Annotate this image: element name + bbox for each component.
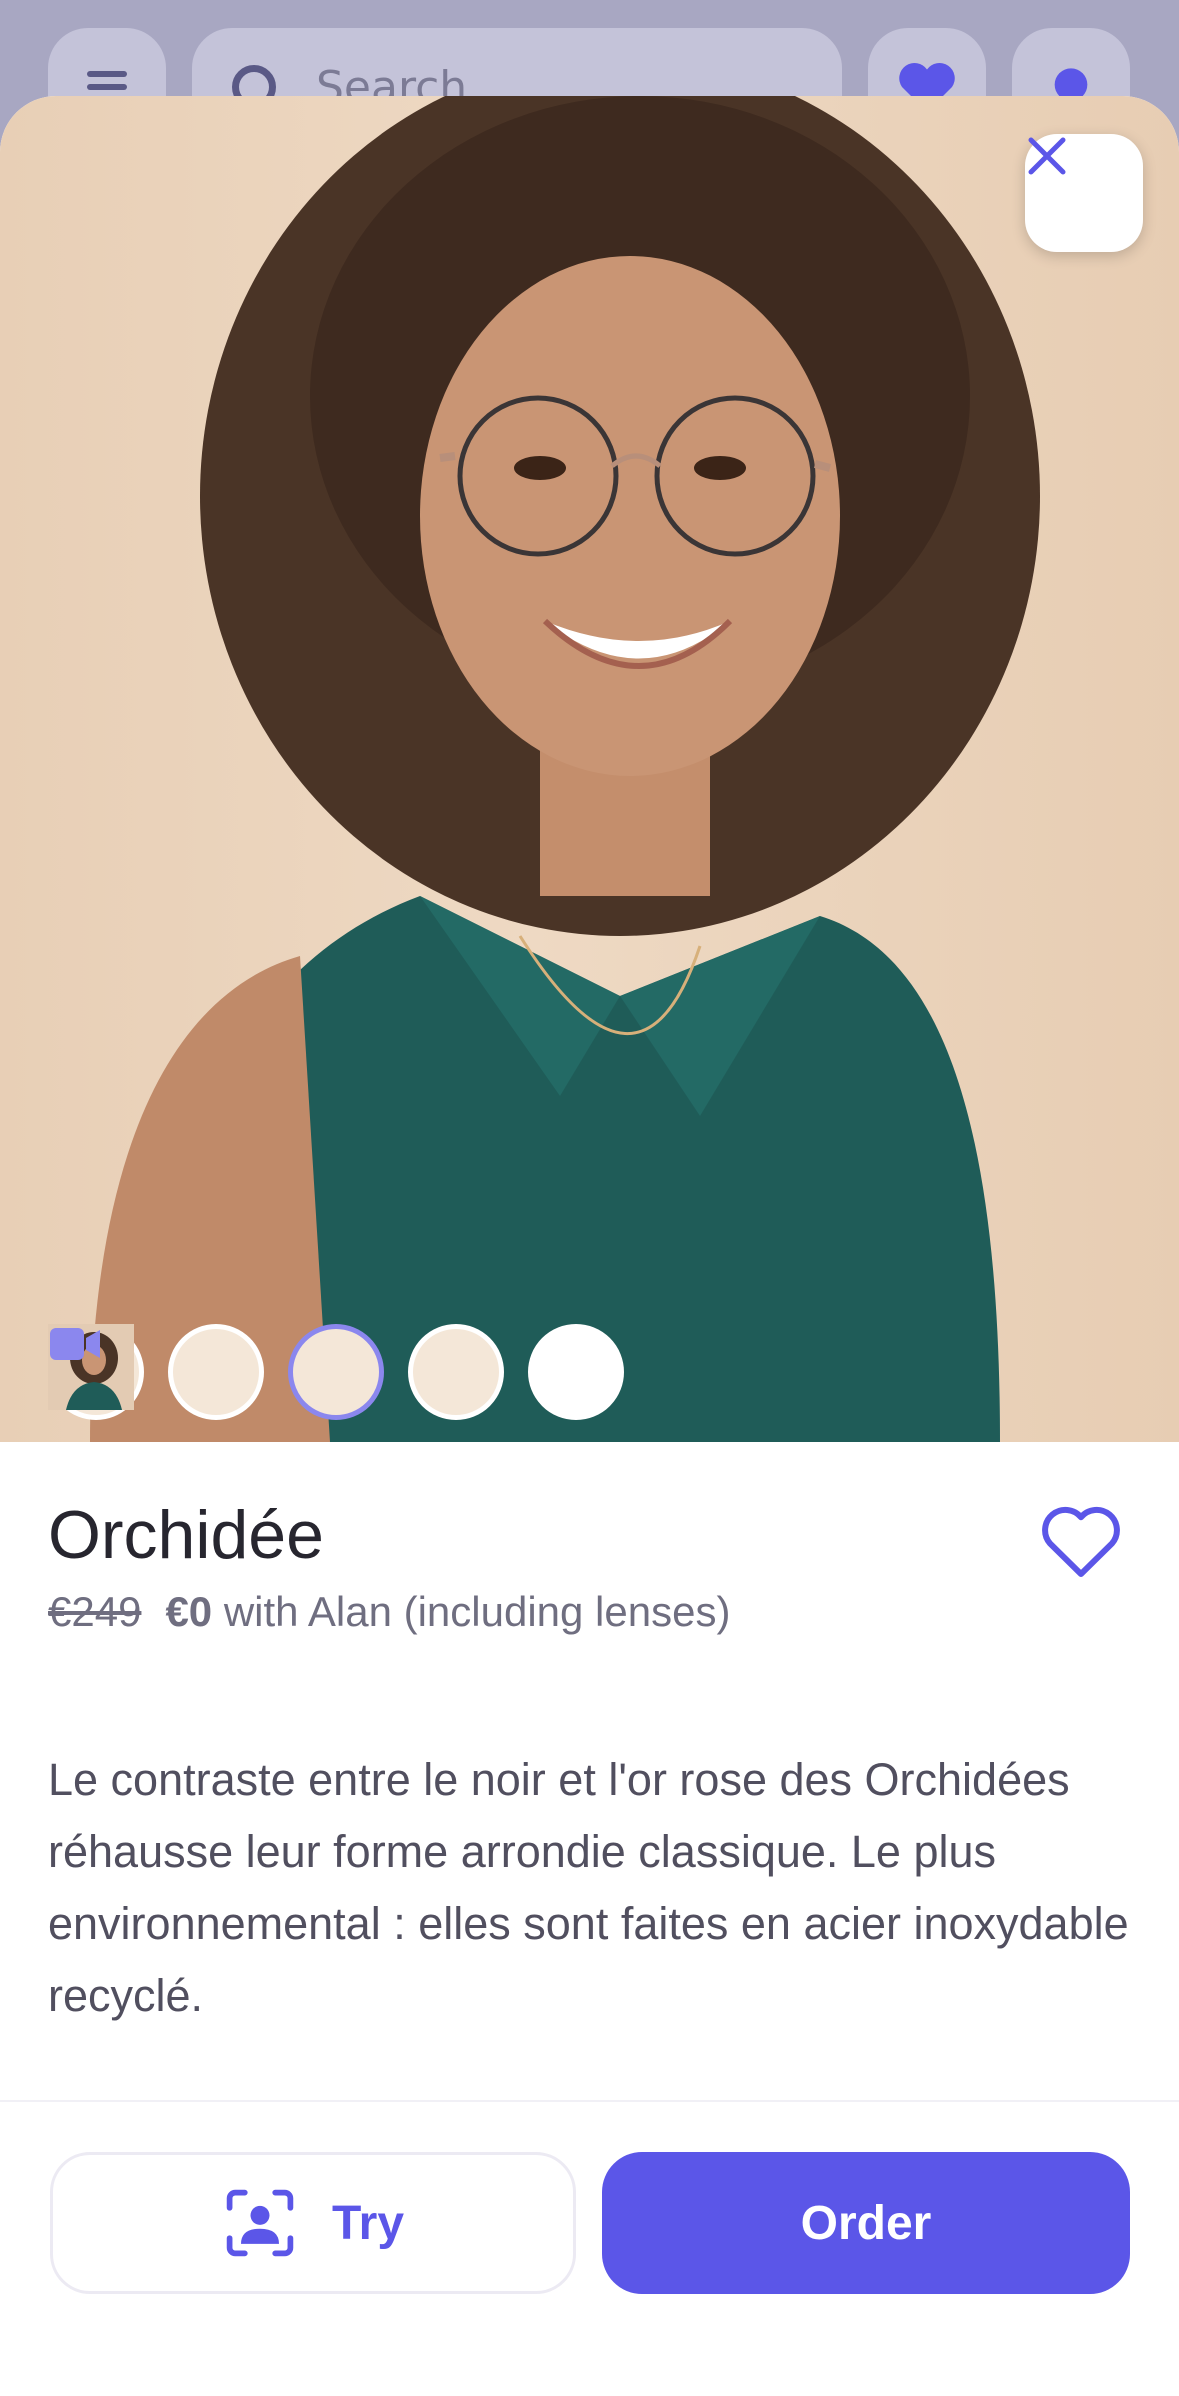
price-row: €249 €0 with Alan (including lenses)	[48, 1588, 730, 1636]
product-description: Le contraste entre le noir et l'or rose …	[48, 1754, 1129, 2021]
close-icon	[1028, 137, 1066, 175]
model-wearing-glasses-image	[90, 96, 1040, 1442]
price-with-alan: €0 with Alan (including lenses)	[165, 1588, 730, 1636]
product-name: Orchidée	[48, 1497, 324, 1573]
order-button[interactable]: Order	[602, 2152, 1130, 2294]
thumbnail-model-photo-1[interactable]	[48, 1324, 384, 1420]
product-photo	[0, 96, 1179, 1442]
face-scan-icon	[226, 2189, 294, 2257]
original-price: €249	[48, 1588, 142, 1635]
heart-outline-icon	[1042, 1506, 1120, 1577]
gallery-thumbnails	[48, 1324, 624, 1420]
price-note: with Alan (including lenses)	[223, 1588, 731, 1635]
discounted-price: €0	[165, 1588, 213, 1635]
thumbnail-model-photo-2[interactable]	[48, 1324, 504, 1420]
favorite-button[interactable]	[1033, 1492, 1129, 1588]
product-sheet: Orchidée €249 €0 with Alan (including le…	[0, 96, 1179, 2396]
close-button[interactable]	[1025, 134, 1143, 252]
try-button-label: Try	[331, 2196, 405, 2250]
bottom-action-bar: Try Order	[0, 2100, 1179, 2396]
try-button[interactable]: Try	[50, 2152, 576, 2294]
thumbnail-video[interactable]	[50, 1324, 624, 1420]
order-button-label: Order	[800, 2196, 932, 2250]
thumbnail-frame-side[interactable]	[58, 1324, 264, 1420]
